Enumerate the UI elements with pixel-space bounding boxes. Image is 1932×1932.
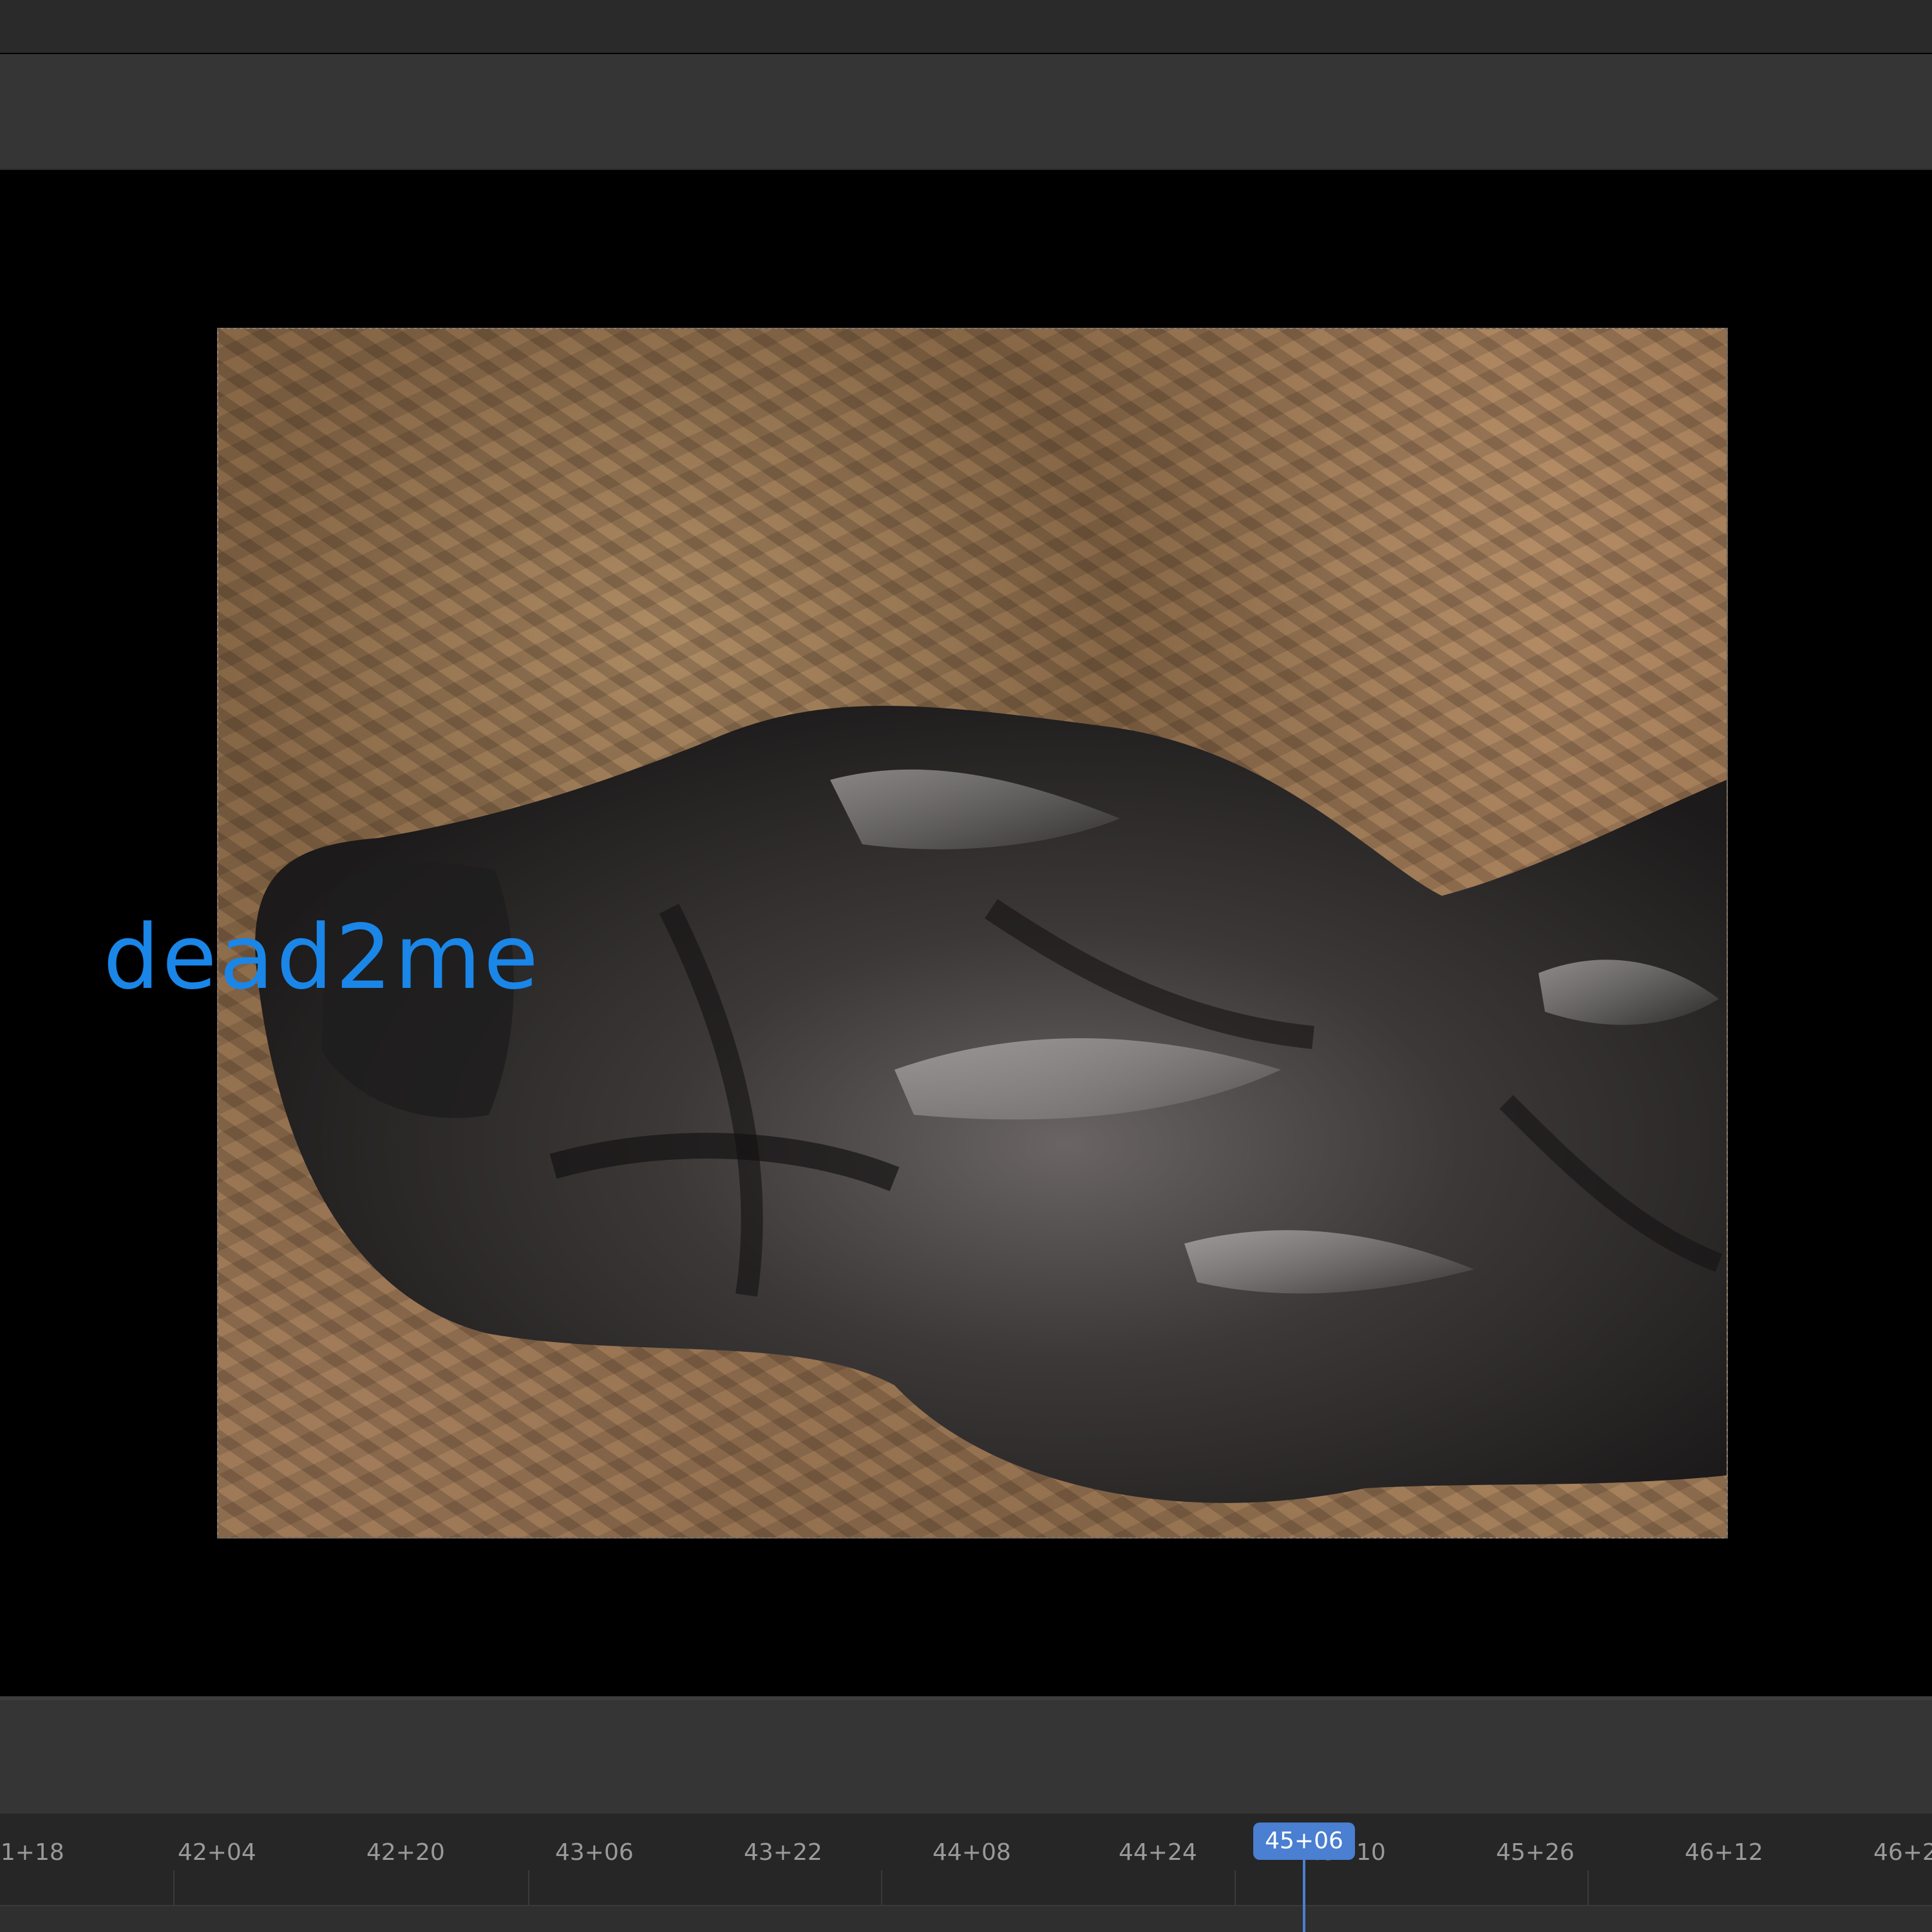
- tick-label: 43+06: [555, 1839, 634, 1866]
- tick-label: 46+12: [1685, 1839, 1763, 1866]
- timeline[interactable]: 41+18 42+04 42+20 43+06 43+22 44+08 44+2…: [0, 1814, 1932, 1932]
- tick-label: 45+26: [1496, 1839, 1575, 1866]
- preview-header-bar: [0, 54, 1932, 170]
- tick-label: 43+22: [744, 1839, 822, 1866]
- playhead-line[interactable]: [1303, 1860, 1305, 1932]
- timeline-toolbar: [0, 1696, 1932, 1814]
- top-bar: [0, 0, 1932, 53]
- tick-label: 42+20: [366, 1839, 445, 1866]
- tick-label: 46+28: [1873, 1839, 1932, 1866]
- tick-label: 41+18: [0, 1839, 64, 1866]
- tick-label: 42+04: [178, 1839, 256, 1866]
- video-editor-window: dead2me 41+18 42+04 42+20 43+06 43+22 44…: [0, 0, 1932, 1932]
- tick-label: 44+24: [1119, 1839, 1197, 1866]
- text-overlay-label: dead2me: [103, 905, 541, 1009]
- timeline-ruler[interactable]: 41+18 42+04 42+20 43+06 43+22 44+08 44+2…: [0, 1814, 1932, 1932]
- playhead-time-badge[interactable]: 45+06: [1253, 1823, 1355, 1860]
- text-overlay[interactable]: dead2me: [0, 913, 1932, 1002]
- timeline-track[interactable]: [0, 1905, 1932, 1932]
- tick-label: 44+08: [933, 1839, 1011, 1866]
